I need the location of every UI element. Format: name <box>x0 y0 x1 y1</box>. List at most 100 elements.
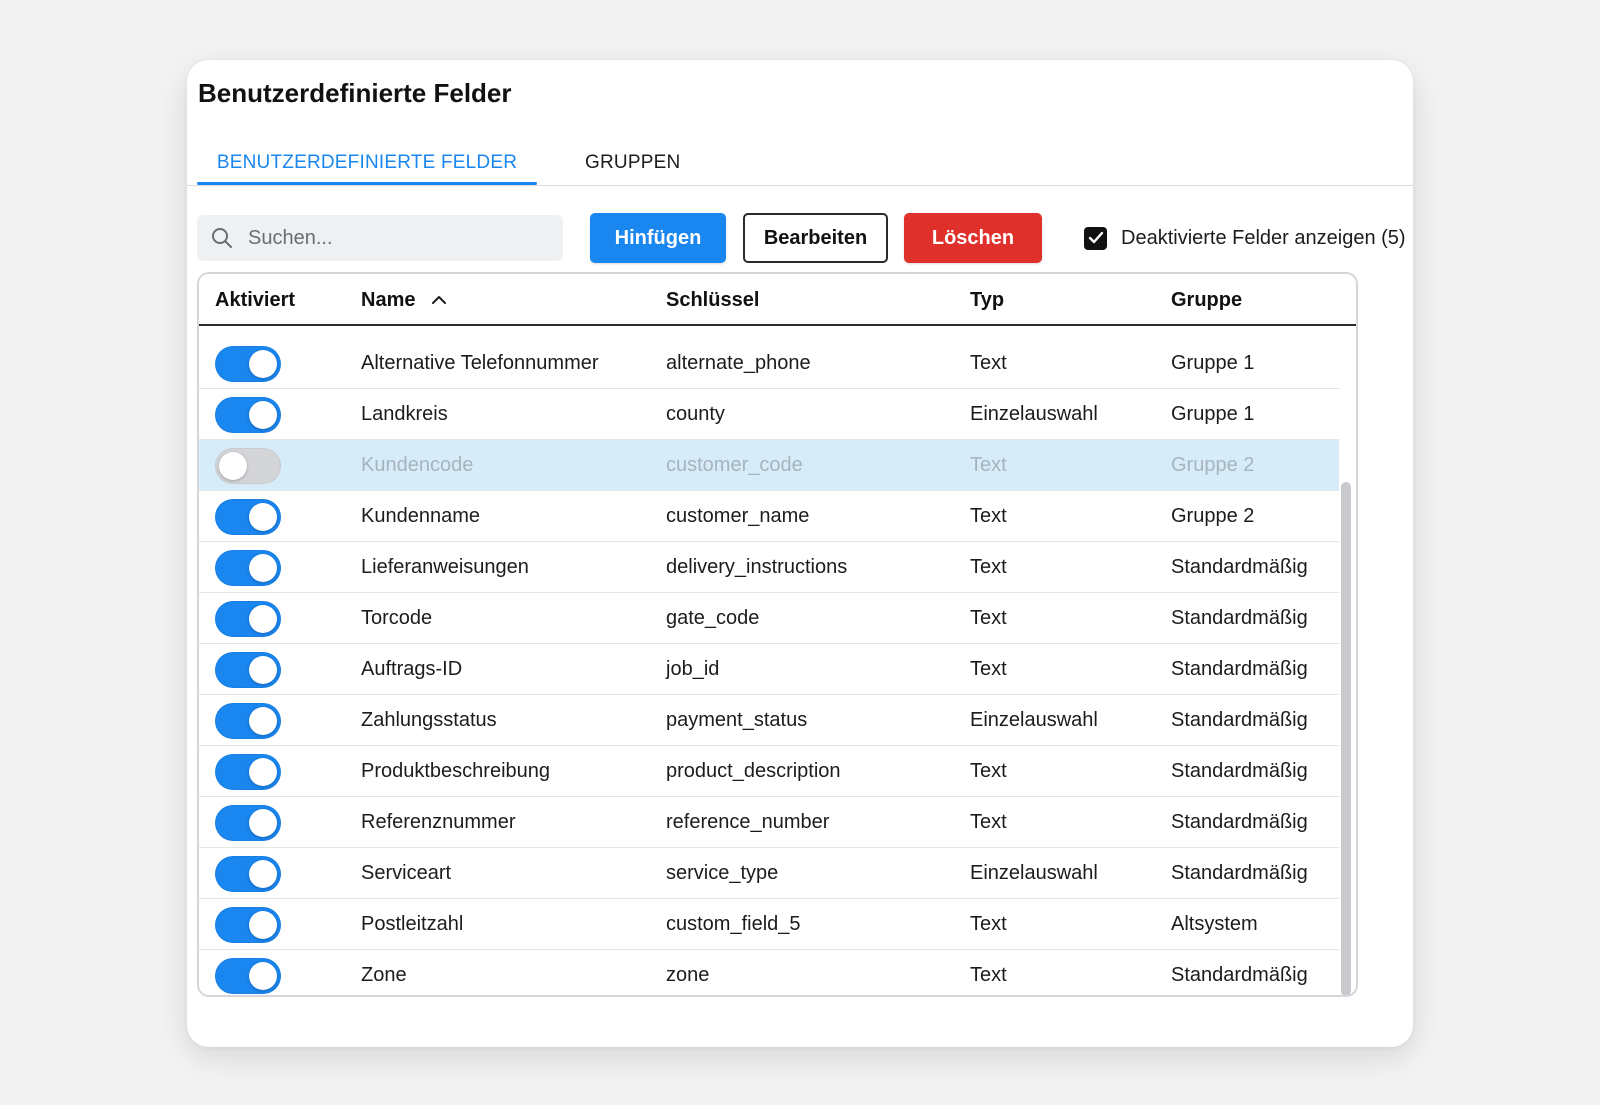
field-name: Zahlungsstatus <box>361 709 497 731</box>
field-key: alternate_phone <box>666 352 811 374</box>
enabled-cell <box>215 695 281 746</box>
table-row[interactable]: Alternative Telefonnummer alternate_phone… <box>199 338 1339 389</box>
delete-button[interactable]: Löschen <box>904 213 1042 263</box>
field-name: Produktbeschreibung <box>361 760 551 782</box>
search-icon <box>212 228 232 248</box>
enabled-cell <box>215 644 281 695</box>
table-row[interactable]: Zone zone Text Standardmäßig <box>199 950 1339 995</box>
enabled-toggle[interactable] <box>215 600 281 637</box>
toggle-knob <box>249 757 277 786</box>
enabled-toggle[interactable] <box>215 753 281 790</box>
field-group: Standardmäßig <box>1171 811 1308 833</box>
field-type: Text <box>970 505 1007 527</box>
field-name: Alternative Telefonnummer <box>361 352 599 374</box>
field-group: Gruppe 1 <box>1171 352 1255 374</box>
toggle-knob <box>249 502 277 531</box>
enabled-toggle[interactable] <box>215 447 281 484</box>
table-row[interactable]: Postleitzahl custom_field_5 Text Altsystem <box>199 899 1339 950</box>
enabled-toggle[interactable] <box>215 702 281 739</box>
field-key: gate_code <box>666 607 760 629</box>
field-key: county <box>666 403 725 425</box>
add-button[interactable]: Hinfügen <box>590 213 726 263</box>
toggle-knob <box>249 910 277 939</box>
field-group: Altsystem <box>1171 913 1258 935</box>
enabled-toggle[interactable] <box>215 651 281 688</box>
enabled-cell <box>215 593 281 644</box>
field-key: product_description <box>666 760 841 782</box>
field-name: Auftrags-ID <box>361 658 463 680</box>
show-disabled-checkbox[interactable] <box>1084 226 1107 250</box>
enabled-toggle[interactable] <box>215 345 281 382</box>
table-scrollbar[interactable] <box>1341 482 1351 995</box>
chevron-up-icon[interactable] <box>431 295 447 305</box>
field-type: Einzelauswahl <box>970 709 1098 731</box>
field-key: payment_status <box>666 709 808 731</box>
field-name: Zone <box>361 964 407 986</box>
field-group: Standardmäßig <box>1171 964 1308 986</box>
column-header-name[interactable]: Name <box>361 274 447 326</box>
tab-bar: BENUTZERDEFINIERTE FELDER GRUPPEN <box>187 60 1413 186</box>
table-row[interactable]: Produktbeschreibung product_description Te… <box>199 746 1339 797</box>
enabled-toggle[interactable] <box>215 804 281 841</box>
toggle-knob <box>249 859 277 888</box>
field-group: Gruppe 2 <box>1171 454 1255 476</box>
enabled-toggle[interactable] <box>215 957 281 994</box>
field-key: delivery_instructions <box>666 556 848 578</box>
toggle-knob <box>249 808 277 837</box>
enabled-toggle[interactable] <box>215 549 281 586</box>
table-row[interactable]: Landkreis county Einzelauswahl Gruppe 1 <box>199 389 1339 440</box>
field-name: Lieferanweisungen <box>361 556 529 578</box>
field-group: Standardmäßig <box>1171 607 1308 629</box>
field-name: Landkreis <box>361 403 448 425</box>
field-type: Text <box>970 352 1007 374</box>
tab-custom-fields[interactable]: BENUTZERDEFINIERTE FELDER <box>197 148 537 186</box>
field-group: Standardmäßig <box>1171 556 1308 578</box>
enabled-cell <box>215 542 281 593</box>
toggle-knob <box>219 451 247 480</box>
enabled-toggle[interactable] <box>215 855 281 892</box>
show-disabled-label: Deaktivierte Felder anzeigen (5) <box>1121 226 1406 249</box>
field-group: Standardmäßig <box>1171 709 1308 731</box>
column-header-enabled: Aktiviert <box>215 288 296 311</box>
table-row[interactable]: Referenznummer reference_number Text Standa… <box>199 797 1339 848</box>
enabled-cell <box>215 797 281 848</box>
edit-button[interactable]: Bearbeiten <box>743 213 888 263</box>
toggle-knob <box>249 349 277 378</box>
field-group: Standardmäßig <box>1171 760 1308 782</box>
show-disabled-toggle[interactable]: Deaktivierte Felder anzeigen (5) <box>1084 223 1406 253</box>
table-row[interactable]: Serviceart service_type Einzelauswahl Stand… <box>199 848 1339 899</box>
table-row[interactable]: Torcode gate_code Text Standardmäßig <box>199 593 1339 644</box>
field-group: Gruppe 1 <box>1171 403 1255 425</box>
field-group: Standardmäßig <box>1171 658 1308 680</box>
table-row[interactable]: Kundencode customer_code Text Gruppe 2 <box>199 440 1339 491</box>
enabled-toggle[interactable] <box>215 498 281 535</box>
enabled-toggle[interactable] <box>215 396 281 433</box>
field-type: Text <box>970 964 1007 986</box>
enabled-toggle[interactable] <box>215 906 281 943</box>
field-key: service_type <box>666 862 779 884</box>
enabled-cell <box>215 338 281 389</box>
field-name: Torcode <box>361 607 433 629</box>
search-box <box>197 215 563 261</box>
toggle-knob <box>249 400 277 429</box>
table-row[interactable]: Auftrags-ID job_id Text Standardmäßig <box>199 644 1339 695</box>
table-row[interactable]: Zahlungsstatus payment_status Einzelauswah… <box>199 695 1339 746</box>
table-row[interactable]: Kundenname customer_name Text Gruppe 2 <box>199 491 1339 542</box>
field-name: Postleitzahl <box>361 913 464 935</box>
field-key: reference_number <box>666 811 830 833</box>
table-row[interactable]: Lieferanweisungen delivery_instructions Te… <box>199 542 1339 593</box>
field-name: Referenznummer <box>361 811 516 833</box>
custom-fields-table: Aktiviert Name Schlüssel Typ Gruppe Alte… <box>197 272 1358 997</box>
enabled-cell <box>215 746 281 797</box>
field-type: Text <box>970 658 1007 680</box>
field-type: Text <box>970 454 1007 476</box>
field-group: Standardmäßig <box>1171 862 1308 884</box>
field-type: Text <box>970 556 1007 578</box>
enabled-cell <box>215 899 281 950</box>
enabled-cell <box>215 491 281 542</box>
table-body: Alternative Telefonnummer alternate_phone… <box>199 338 1339 995</box>
field-name: Kundencode <box>361 454 474 476</box>
search-input[interactable] <box>246 225 546 251</box>
enabled-cell <box>215 848 281 899</box>
tab-groups[interactable]: GRUPPEN <box>585 148 680 186</box>
